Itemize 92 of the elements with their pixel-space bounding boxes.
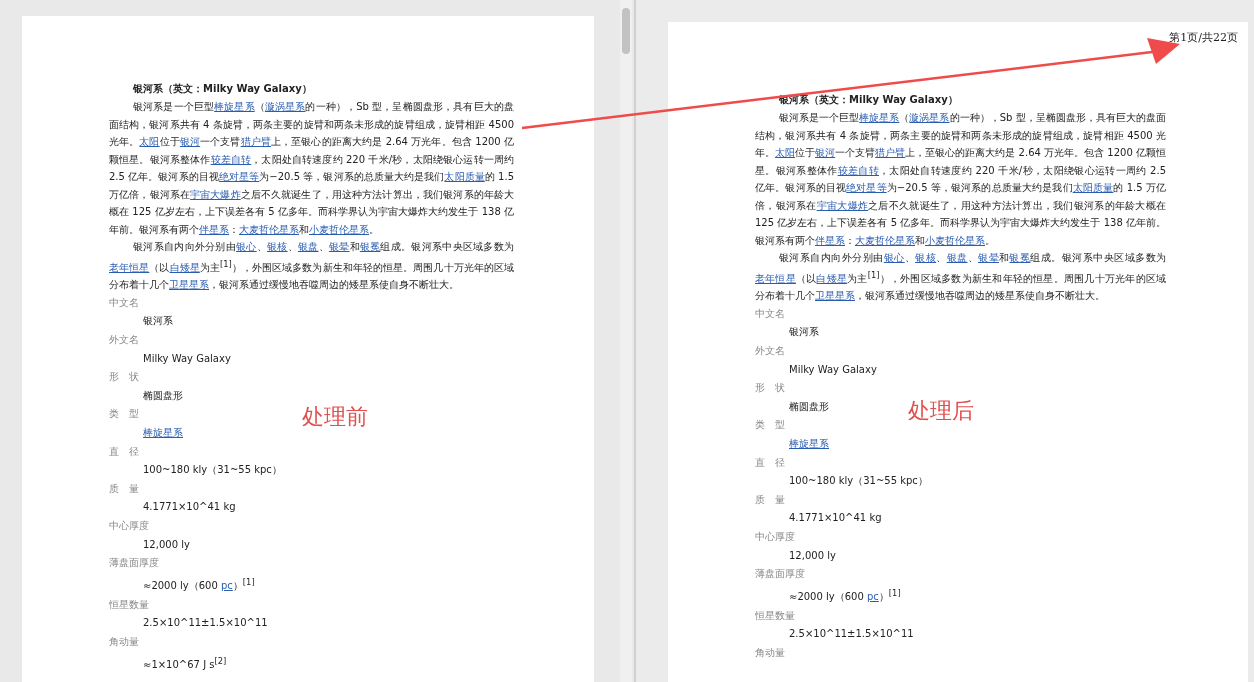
text-link[interactable]: 猎户臂 [875,147,906,158]
text-link[interactable]: 宇宙大爆炸 [816,199,869,211]
text-link[interactable]: 卫星星系 [169,279,209,291]
field-label: 中心厚度 [755,529,795,544]
field-value: 银河系 [143,315,173,327]
field-value: ≈2000 ly（600 [789,591,865,603]
page-counter: 第1页/共22页 [1169,30,1238,45]
field-value: 12,000 ly [143,538,190,550]
text-link[interactable]: 绝对星等 [218,171,260,182]
text-link[interactable]: 太阳质量 [1072,182,1114,193]
text-link[interactable]: 太阳质量 [444,171,485,182]
text-link[interactable]: 伴星系 [199,223,229,235]
text-link[interactable]: 太阳 [775,147,796,158]
field-label: 角动量 [755,645,785,660]
field-value: 椭圆盘形 [789,400,829,412]
body-paragraph: 银河系自内向外分别由银心、银核、银盘、银晕和银冕组成。银河系中央区域多数为 老年恒星（以白矮星为主$^{[1]}$），外围区域多数为新生和年轻的恒星。周围几十万光年的区域分布着十几个卫星星系，银河系通过缓慢地吞噬周边的矮星系使自身不断壮大。 [109,240,514,293]
field-label: 质 量 [755,492,785,507]
text-link[interactable]: 棒旋星系 [143,427,183,438]
text-link[interactable]: 银冕 [359,241,381,252]
text-link[interactable]: 伴星系 [815,234,845,246]
field-value: 4.1771×10^41 kg [789,512,882,524]
field-label: 中文名 [109,295,139,310]
field-value: ）$^{[1]}$ [232,580,255,592]
text-link[interactable]: 漩涡星系 [909,112,950,123]
field-value: 4.1771×10^41 kg [143,501,236,513]
field-value: 2.5×10^11±1.5×10^11 [143,617,268,629]
field-value: Milky Way Galaxy [789,363,877,375]
text-link[interactable]: 小麦哲伦星系 [925,234,985,246]
text-link[interactable]: 棒旋星系 [214,101,255,112]
text-link[interactable]: 银盘 [297,241,319,252]
field-value: 椭圆盘形 [143,389,183,401]
text-link[interactable]: 白矮星 [816,272,848,284]
field-value: 银河系 [789,326,819,338]
field-value: ≈2000 ly（600 [143,580,219,592]
text-link[interactable]: 棒旋星系 [859,112,900,123]
field-label: 薄盘面厚度 [755,567,805,582]
field-value: ）$^{[1]}$ [878,591,901,603]
text-link[interactable]: 银盘 [946,252,968,263]
text-link[interactable]: 银心 [883,252,905,263]
text-link[interactable]: 银晕 [328,241,350,252]
text-link[interactable]: 银河 [179,136,201,147]
field-label: 外文名 [755,344,785,358]
text-link[interactable]: 绝对星等 [846,182,887,193]
text-link[interactable]: 大麦哲伦星系 [239,223,299,235]
text-link[interactable]: 卫星星系 [815,290,855,302]
text-link[interactable]: 较差自转 [210,153,252,165]
field-label: 直 径 [109,444,139,459]
text-link[interactable]: 老年恒星 [109,261,150,273]
field-label: 类 型 [755,418,785,433]
text-link[interactable]: 银冕 [1009,252,1031,263]
text-link[interactable]: 漩涡星系 [264,101,306,112]
text-link[interactable]: pc [220,580,233,592]
field-label: 中心厚度 [109,518,149,533]
text-link[interactable]: 猎户臂 [240,136,271,147]
field-value: ≈1×10^67 J s$^{[2]}$ [143,658,227,670]
field-value: 2.5×10^11±1.5×10^11 [789,628,914,640]
body-paragraph: 银河系自内向外分别由银心、银核、银盘、银晕和银冕组成。银河系中央区域多数为 老年恒星（以白矮星为主$^{[1]}$），外围区域多数为新生和年轻的恒星。周围几十万光年的区域分布着十几个卫星星系，银河系通过缓慢地吞噬周边的矮星系使自身不断壮大。 [755,251,1166,304]
field-label: 中文名 [755,306,785,321]
field-label: 直 径 [755,455,785,470]
text-link[interactable]: 棒旋星系 [789,438,829,449]
text-link[interactable]: 太阳 [139,136,160,147]
field-label: 恒星数量 [109,597,149,612]
annotation-label: 处理前 [302,403,368,431]
field-label: 形 状 [755,381,785,396]
body-paragraph: 银河系是一个巨型棒旋星系（漩涡星系的一种），Sb 型，呈椭圆盘形，具有巨大的盘面结构，银河系共有 4 条旋臂，两条主要的旋臂和两条未形成的旋臂组成，旋臂相距 4500 光年。太阳位于银河一个支臂猎户臂上，至银心的距离大约是 2.64 万光年。包含 1200 亿颗恒星。银河系整体作较差自转，太阳处自转速度约 220 千米/秒，太阳绕银心运转一周约 2.5 亿年。银河系的目视绝对星等为−20.5 等，银河系的总质量大约是我们太阳质量的 1.5 万亿倍，银河系在宇宙大爆炸之后不久就诞生了，用这种方法计算出，我们银河系的年龄大概在 125 亿岁左右，上下误差各有 5 亿多年。而科学界认为宇宙大爆炸大约发生于 138 亿年前。银河系有两个伴星系：大麦哲伦星系和小麦哲伦星系。 [755,111,1166,248]
scrollbar[interactable] [620,0,632,682]
field-value: 100~180 kly（31~55 kpc） [789,475,928,487]
text-link[interactable]: 老年恒星 [755,272,796,284]
field-label: 质 量 [109,481,139,496]
text-link[interactable]: 银河 [815,147,836,158]
scrollbar-thumb[interactable] [622,8,630,54]
text-link[interactable]: 较差自转 [837,164,880,176]
field-label: 薄盘面厚度 [109,556,159,571]
field-value: 100~180 kly（31~55 kpc） [143,464,282,476]
text-link[interactable]: pc [866,591,879,603]
annotation-label: 处理后 [908,397,974,425]
text-link[interactable]: 宇宙大爆炸 [190,188,241,200]
text-link[interactable]: 银晕 [978,252,999,263]
field-label: 类 型 [109,407,139,422]
text-link[interactable]: 银心 [236,241,257,252]
text-link[interactable]: 银核 [267,241,288,252]
field-label: 形 状 [109,370,139,385]
field-value: 12,000 ly [789,549,836,561]
text-link[interactable]: 白矮星 [169,261,200,273]
field-label: 角动量 [109,634,139,649]
field-label: 恒星数量 [755,608,795,623]
text-link[interactable]: 大麦哲伦星系 [855,234,915,246]
field-value: Milky Way Galaxy [143,352,231,364]
text-link[interactable]: 小麦哲伦星系 [309,223,369,235]
article-heading: 银河系（英文：Milky Way Galaxy） [132,82,313,96]
body-paragraph: 银河系是一个巨型棒旋星系（漩涡星系的一种），Sb 型，呈椭圆盘形，具有巨大的盘面结构，银河系共有 4 条旋臂，两条主要的旋臂和两条未形成的旋臂组成，旋臂相距 4500 光年。太阳位于银河一个支臂猎户臂上，至银心的距离大约是 2.64 万光年。包含 1200 亿颗恒星。银河系整体作较差自转，太阳处自转速度约 220 千米/秒，太阳绕银心运转一周约 2.5 亿年。银河系的目视绝对星等为−20.5 等，银河系的总质量大约是我们太阳质量的 1.5 万亿倍，银河系在宇宙大爆炸之后不久就诞生了，用这种方法计算出，我们银河系的年龄大概在 125 亿岁左右，上下误差各有 5 亿多年。而科学界认为宇宙大爆炸大约发生于 138 亿年前。银河系有两个伴星系：大麦哲伦星系和小麦哲伦星系。 [109,100,514,237]
field-label: 外文名 [109,333,139,347]
